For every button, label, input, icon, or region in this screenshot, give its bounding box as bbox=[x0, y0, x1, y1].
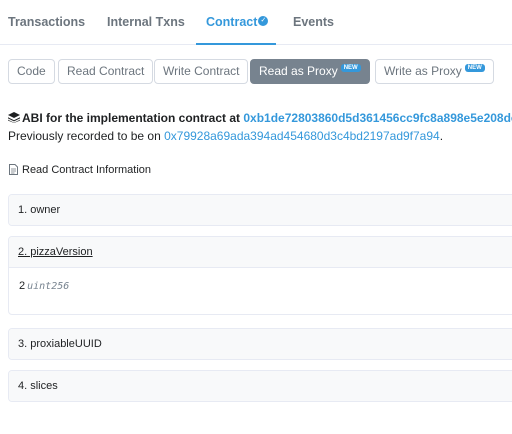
previous-address-link[interactable]: 0x79928a69ada394ad454680d3c4bd2197ad9f7a… bbox=[164, 129, 440, 143]
previous-suffix: . bbox=[439, 129, 444, 143]
read-contract-button[interactable]: Read Contract bbox=[58, 59, 154, 84]
abi-implementation-line: ABI for the implementation contract at 0… bbox=[8, 111, 512, 125]
function-label: 4. slices bbox=[18, 380, 58, 392]
read-contract-info-heading: Read Contract Information bbox=[9, 164, 151, 176]
function-proxiable-uuid[interactable]: 3. proxiableUUID bbox=[8, 328, 512, 360]
tab-contract[interactable]: Contract ✓ bbox=[206, 15, 269, 29]
new-badge: NEW bbox=[340, 64, 361, 72]
result-type: uint256 bbox=[27, 281, 70, 292]
function-label: 1. owner bbox=[18, 204, 61, 216]
new-badge: NEW bbox=[464, 64, 485, 72]
function-result: 2 uint256 bbox=[9, 267, 512, 314]
tab-internal-txns[interactable]: Internal Txns bbox=[107, 15, 185, 29]
function-header[interactable]: 4. slices bbox=[9, 371, 512, 401]
read-contract-info-label: Read Contract Information bbox=[22, 164, 152, 176]
function-header[interactable]: 1. owner bbox=[9, 195, 512, 225]
function-label: 2. pizzaVersion bbox=[18, 246, 93, 258]
write-contract-button[interactable]: Write Contract bbox=[154, 59, 249, 84]
write-as-proxy-label: Write as Proxy bbox=[384, 64, 462, 78]
tab-contract-label: Contract bbox=[206, 15, 258, 29]
function-header[interactable]: 2. pizzaVersion bbox=[9, 237, 512, 267]
read-as-proxy-button[interactable]: Read as Proxy NEW bbox=[250, 59, 370, 84]
previous-prefix: Previously recorded to be on bbox=[8, 129, 165, 143]
function-pizza-version[interactable]: 2. pizzaVersion 2 uint256 bbox=[8, 236, 512, 315]
abi-prefix: ABI for the implementation contract at bbox=[22, 111, 244, 125]
layers-icon bbox=[8, 112, 20, 123]
verified-check-icon: ✓ bbox=[258, 16, 269, 26]
result-value: 2 bbox=[19, 280, 26, 292]
abi-previous-line: Previously recorded to be on 0x79928a69a… bbox=[8, 129, 443, 143]
tab-events[interactable]: Events bbox=[293, 15, 334, 29]
function-slices[interactable]: 4. slices bbox=[8, 370, 512, 402]
function-header[interactable]: 3. proxiableUUID bbox=[9, 329, 512, 359]
write-as-proxy-button[interactable]: Write as Proxy NEW bbox=[375, 59, 494, 84]
function-label: 3. proxiableUUID bbox=[18, 338, 102, 350]
contract-tabs: Transactions Internal Txns Contract ✓ Eve… bbox=[0, 0, 512, 45]
code-button[interactable]: Code bbox=[8, 59, 55, 84]
implementation-address-link[interactable]: 0xb1de72803860d5d361456cc9fc8a898e5e208d… bbox=[243, 111, 512, 125]
read-as-proxy-label: Read as Proxy bbox=[259, 64, 338, 78]
tab-transactions[interactable]: Transactions bbox=[8, 15, 85, 29]
function-owner[interactable]: 1. owner bbox=[8, 194, 512, 226]
document-icon bbox=[9, 164, 18, 175]
active-tab-indicator bbox=[196, 43, 276, 45]
